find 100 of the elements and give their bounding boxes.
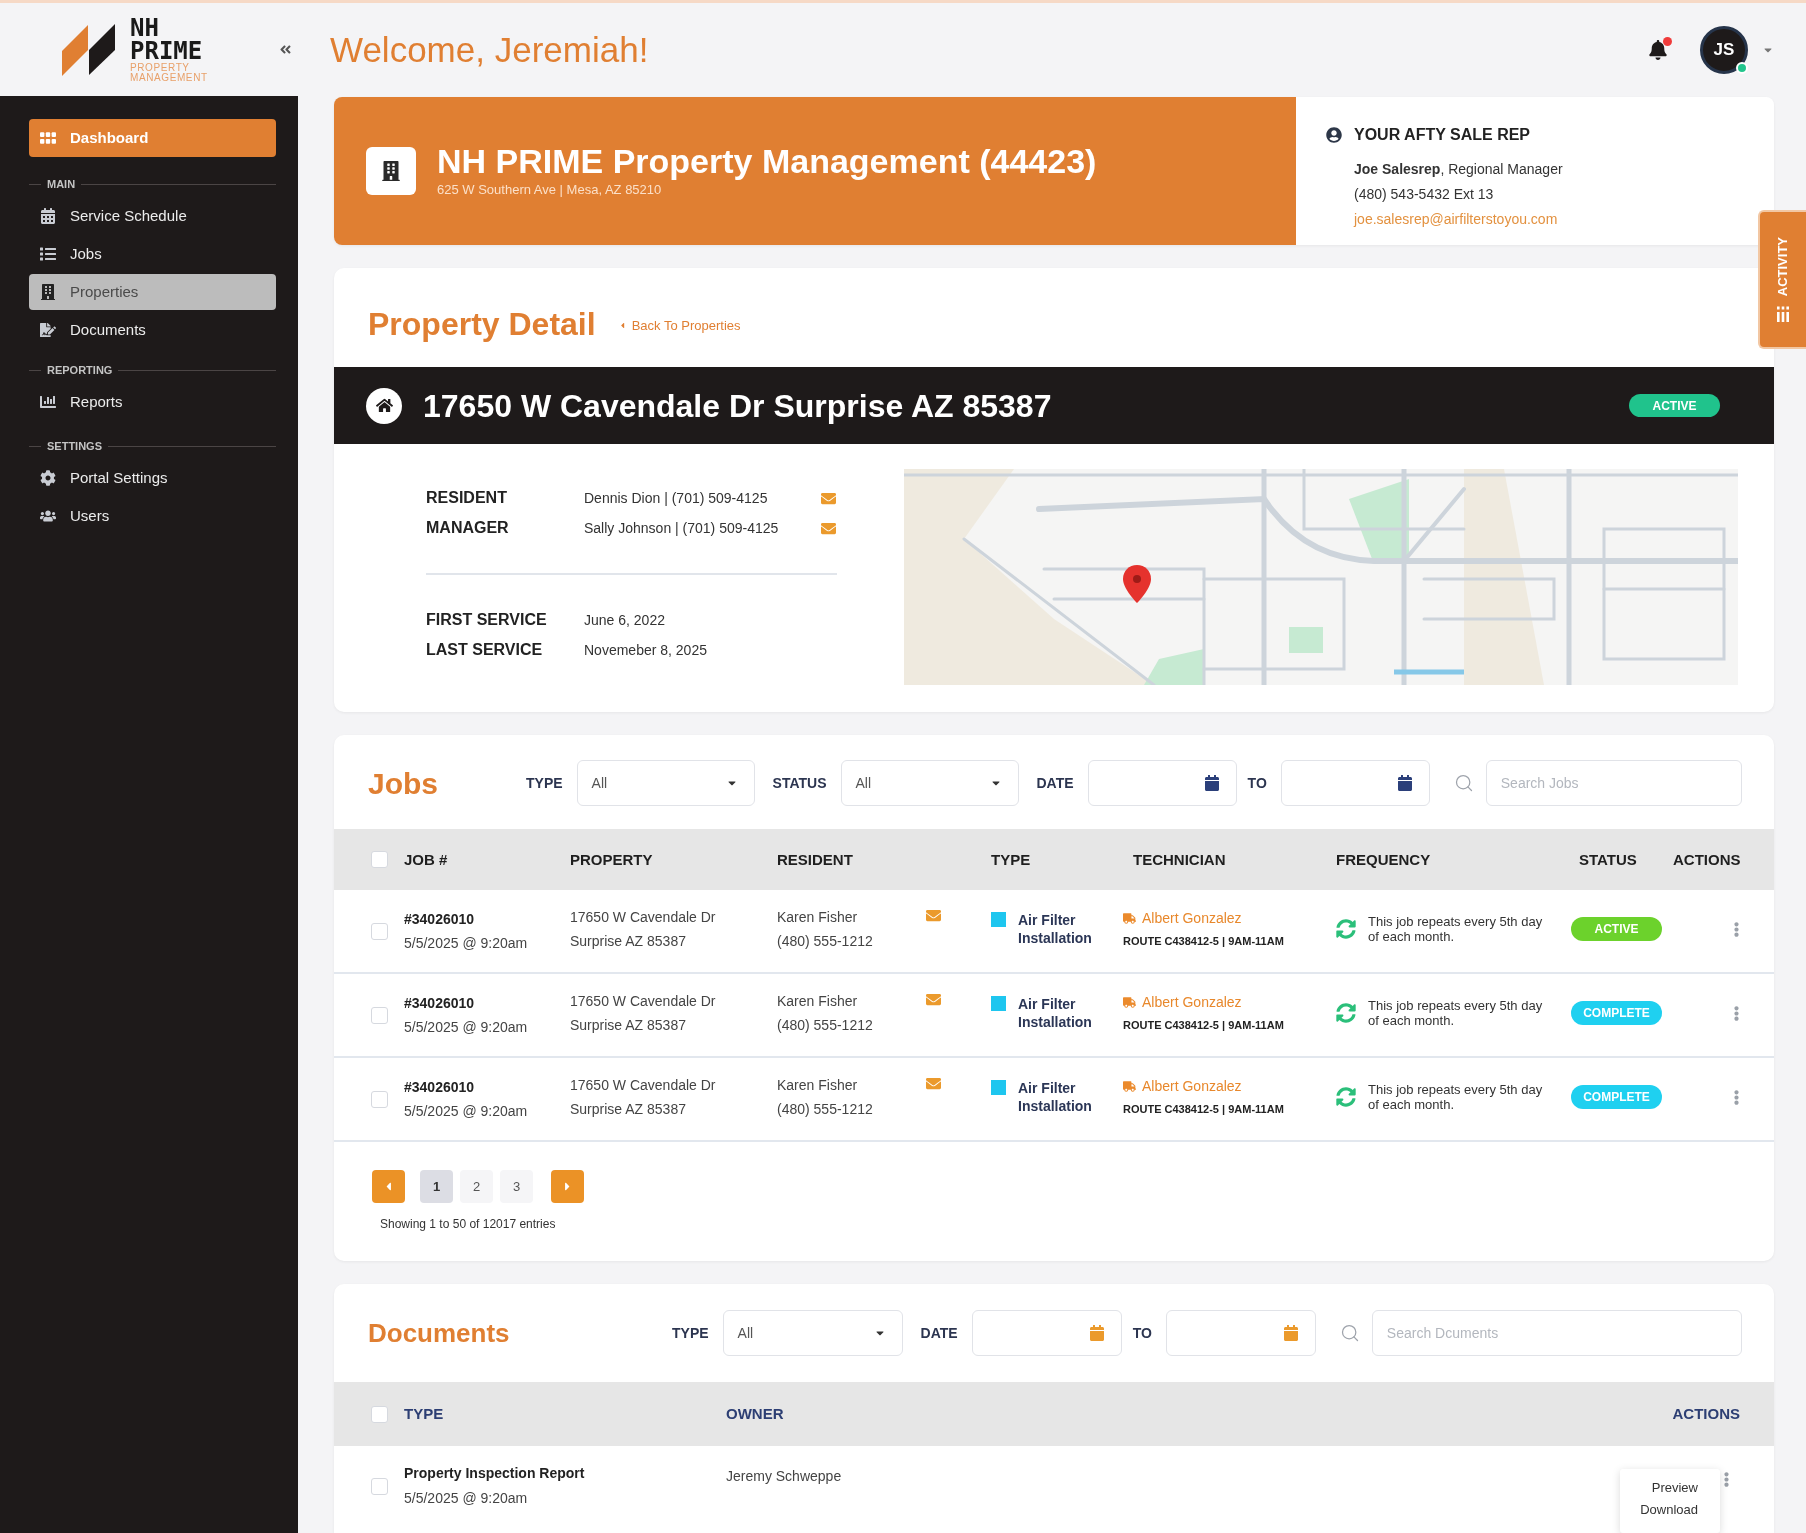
menu-item[interactable]: Preview [1651,1477,1698,1499]
resident-name: Karen Fisher [777,907,858,927]
mail-icon[interactable] [926,1075,941,1091]
dropdown[interactable]: All [576,760,755,806]
resident-name: Karen Fisher [777,1075,858,1095]
status-badge: COMPLETE [1571,1001,1662,1025]
filter-label: TO [1132,1323,1152,1343]
search-icon [1339,1323,1360,1343]
exclamation-marks-icon [1776,306,1790,323]
refresh-icon [1336,1087,1356,1107]
calendar-icon [1088,1325,1105,1341]
detail-value: Novemeber 8, 2025 [584,640,707,660]
job-date: 5/5/2025 @ 9:20am [404,933,528,953]
date-field[interactable] [1280,760,1430,806]
logo-text: NH [130,16,159,40]
truck-icon [1123,1080,1136,1094]
dropdown[interactable]: All [722,1310,903,1356]
job-type: Air Filter Installation [1018,911,1093,947]
previous-page-button[interactable] [372,1170,405,1203]
detail-value: June 6, 2022 [584,610,665,630]
mail-icon[interactable] [821,520,836,536]
sidebar-item[interactable]: Users [29,498,276,534]
refresh-icon [1336,1003,1356,1023]
list-icon [40,246,56,262]
detail-label: MANAGER [426,518,510,538]
page-button[interactable]: 2 [460,1170,493,1203]
technician-route: ROUTE C438412-5 | 9AM-11AM [1123,1102,1284,1118]
truck-icon [1123,912,1136,926]
status-badge: ACTIVE [1629,394,1720,417]
detail-value: Dennis Dion | (701) 509-4125 [584,488,769,508]
mail-icon[interactable] [926,907,941,923]
pagination-summary: Showing 1 to 50 of 12017 entries [380,1216,556,1233]
page-button[interactable]: 3 [500,1170,533,1203]
menu-item[interactable]: Download [1640,1499,1698,1521]
double-chevron-left-icon[interactable] [279,43,292,56]
document-owner: Jeremy Schweppe [726,1466,842,1486]
user-avatar[interactable]: JS [1700,26,1748,74]
section-label: REPORTING [47,362,113,378]
page-button[interactable]: 1 [420,1170,453,1203]
next-page-button[interactable] [551,1170,584,1203]
search-icon [1453,773,1474,793]
frequency-text: This job repeats every 5th day of each month. [1368,1082,1544,1112]
frequency-text: This job repeats every 5th day of each month. [1368,914,1544,944]
document-pen-icon [40,322,56,338]
checkbox[interactable] [371,1477,388,1495]
property-street: 17650 W Cavendale Dr [570,1075,716,1095]
column-header: JOB # [404,850,448,868]
sidebar-item[interactable]: Service Schedule [29,198,276,234]
resident-phone: (480) 555-1212 [777,1015,873,1035]
logo-tagline: PROPERTY [130,62,190,73]
search-field[interactable]: Search Jobs [1485,760,1742,806]
checkbox[interactable] [371,1090,388,1108]
job-type: Air Filter Installation [1018,1079,1093,1115]
settings-icon [40,470,56,486]
column-header: STATUS [1579,850,1637,868]
bell-icon[interactable] [1648,40,1668,60]
filter-label: STATUS [772,773,827,793]
logo-tagline: MANAGEMENT [130,72,208,83]
date-field[interactable] [1087,760,1237,806]
filter-label: DATE [920,1323,958,1343]
dropdown[interactable]: All [840,760,1019,806]
location-pin-icon [1123,565,1151,603]
property-city: Surprise AZ 85387 [570,931,686,951]
building-icon [40,284,56,300]
company-address: 625 W Southern Ave | Mesa, AZ 85210 [437,181,662,200]
user-icon [1326,127,1342,143]
logo-icon [62,23,115,76]
date-field[interactable] [1165,1310,1316,1356]
mail-icon[interactable] [821,490,836,506]
checkbox[interactable] [371,1006,388,1024]
sidebar-item[interactable]: Portal Settings [29,460,276,496]
checkbox[interactable] [371,1405,388,1423]
sidebar-item[interactable]: Reports [29,384,276,420]
filter-label: TYPE [672,1323,709,1343]
column-header: OWNER [726,1405,784,1422]
frequency-text: This job repeats every 5th day of each month. [1368,998,1544,1028]
sidebar-item[interactable]: Jobs [29,236,276,272]
search-field[interactable]: Search Dcuments [1371,1310,1742,1356]
job-number: #34026010 [404,909,475,929]
property-city: Surprise AZ 85387 [570,1015,686,1035]
resident-phone: (480) 555-1212 [777,931,873,951]
grid-icon [40,132,56,144]
column-header: TYPE [404,1405,444,1422]
detail-label: FIRST SERVICE [426,610,548,630]
property-street: 17650 W Cavendale Dr [570,991,716,1011]
checkbox[interactable] [371,922,388,940]
calendar-icon [40,208,56,224]
sidebar-item[interactable]: Properties [29,274,276,310]
detail-label: LAST SERVICE [426,640,544,660]
date-field[interactable] [971,1310,1122,1356]
filter-label: DATE [1036,773,1074,793]
status-badge: COMPLETE [1571,1085,1662,1109]
status-badge: ACTIVE [1571,917,1662,941]
checkbox[interactable] [371,851,388,868]
job-type: Air Filter Installation [1018,995,1093,1031]
column-header: PROPERTY [570,850,653,868]
refresh-icon [1336,919,1356,939]
rep-phone: (480) 543-5432 Ext 13 [1354,185,1494,204]
mail-icon[interactable] [926,991,941,1007]
sidebar-item[interactable]: Documents [29,312,276,348]
